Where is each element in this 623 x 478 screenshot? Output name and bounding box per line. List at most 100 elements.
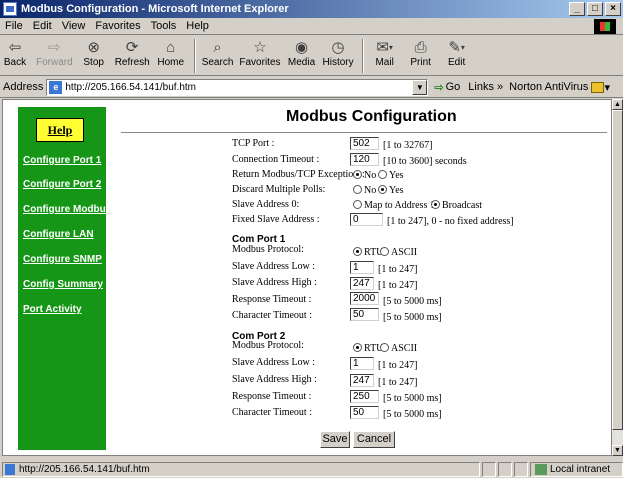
com2-resp-timeout-label: Response Timeout :: [232, 391, 312, 402]
fixed-slave-label: Fixed Slave Address :: [232, 214, 320, 225]
com2-resp-timeout-input[interactable]: 250: [350, 390, 379, 403]
page-icon: e: [49, 80, 63, 94]
discard-polls-yes-radio[interactable]: Yes: [378, 185, 404, 196]
edit-button[interactable]: ✎ ▾ Edit: [442, 36, 472, 68]
cancel-button[interactable]: Cancel: [353, 431, 395, 448]
minimize-button[interactable]: _: [569, 2, 585, 16]
discard-polls-label: Discard Multiple Polls:: [232, 184, 326, 195]
com1-resp-timeout-input[interactable]: 2000: [350, 292, 379, 305]
status-text: http://205.166.54.141/buf.htm: [2, 461, 480, 477]
menu-help[interactable]: Help: [186, 20, 209, 32]
help-button[interactable]: Help: [36, 118, 84, 142]
vertical-scrollbar[interactable]: ▲ ▼: [612, 99, 623, 456]
menu-edit[interactable]: Edit: [33, 20, 52, 32]
menu-file[interactable]: File: [5, 20, 23, 32]
com2-char-timeout-label: Character Timeout :: [232, 407, 312, 418]
radio-unchecked-icon: [378, 170, 387, 179]
home-icon: ⌂: [166, 38, 176, 56]
return-exceptions-yes-radio[interactable]: Yes: [378, 170, 404, 181]
scroll-down-icon[interactable]: ▼: [612, 445, 623, 456]
window-title: Modbus Configuration - Microsoft Interne…: [21, 3, 289, 15]
com1-char-timeout-hint: [5 to 5000 ms]: [383, 312, 442, 323]
com2-char-timeout-hint: [5 to 5000 ms]: [383, 409, 442, 420]
radio-unchecked-icon: [353, 200, 362, 209]
com1-ascii-radio[interactable]: ASCII: [380, 247, 417, 258]
com1-slave-low-input[interactable]: 1: [350, 261, 374, 274]
return-exceptions-label: Return Modbus/TCP Exceptions:: [232, 169, 365, 180]
links-button[interactable]: Links »: [468, 81, 503, 93]
maximize-button[interactable]: □: [587, 2, 603, 16]
sidebar-link-configure-lan[interactable]: Configure LAN: [23, 229, 94, 240]
close-button[interactable]: ×: [605, 2, 621, 16]
address-bar: Address e http://205.166.54.141/buf.htm …: [0, 77, 623, 98]
sidebar-link-port-activity[interactable]: Port Activity: [23, 304, 82, 315]
favorites-button[interactable]: ☆ Favorites: [239, 36, 280, 68]
com2-char-timeout-input[interactable]: 50: [350, 406, 379, 419]
norton-antivirus-button[interactable]: Norton AntiVirus ▾: [509, 81, 610, 94]
com1-char-timeout-input[interactable]: 50: [350, 308, 379, 321]
com2-rtu-radio[interactable]: RTU: [353, 343, 383, 354]
address-dropdown-button[interactable]: ▼: [412, 79, 428, 95]
com2-slave-low-label: Slave Address Low :: [232, 357, 316, 368]
com2-protocol-label: Modbus Protocol:: [232, 340, 304, 351]
page-title: Modbus Configuration: [286, 108, 457, 125]
sidebar-link-configure-snmp[interactable]: Configure SNMP: [23, 254, 102, 265]
return-exceptions-no-radio[interactable]: No: [353, 170, 376, 181]
forward-button[interactable]: ⇨ Forward: [36, 36, 73, 68]
slave-addr0-broadcast-radio[interactable]: Broadcast: [431, 200, 482, 211]
title-bar: Modbus Configuration - Microsoft Interne…: [0, 0, 623, 18]
windows-logo-icon: [594, 19, 616, 34]
tcp-port-hint: [1 to 32767]: [383, 140, 433, 151]
com1-slave-high-input[interactable]: 247: [350, 277, 374, 290]
slave-addr0-map-radio[interactable]: Map to Address 1: [353, 200, 435, 211]
radio-checked-icon: [431, 200, 440, 209]
history-button[interactable]: ◷ History: [323, 36, 354, 68]
stop-button[interactable]: ⊗ Stop: [79, 36, 109, 68]
com2-slave-low-input[interactable]: 1: [350, 357, 374, 370]
media-button[interactable]: ◉ Media: [287, 36, 317, 68]
menu-favorites[interactable]: Favorites: [95, 20, 140, 32]
status-panel: [514, 461, 528, 477]
com1-resp-timeout-hint: [5 to 5000 ms]: [383, 296, 442, 307]
sidebar-link-config-summary[interactable]: Config Summary: [23, 279, 103, 290]
com2-ascii-radio[interactable]: ASCII: [380, 343, 417, 354]
print-button[interactable]: ⎙ Print: [406, 36, 436, 69]
com2-slave-high-input[interactable]: 247: [350, 374, 374, 387]
menu-view[interactable]: View: [62, 20, 86, 32]
sidebar-link-configure-port-1[interactable]: Configure Port 1: [23, 155, 101, 166]
sidebar-link-configure-port-2[interactable]: Configure Port 2: [23, 179, 101, 190]
radio-unchecked-icon: [380, 247, 389, 256]
home-button[interactable]: ⌂ Home: [156, 36, 186, 69]
fixed-slave-input[interactable]: 0: [350, 213, 383, 226]
com1-slave-low-label: Slave Address Low :: [232, 261, 316, 272]
address-label: Address: [3, 81, 44, 93]
radio-checked-icon: [353, 170, 362, 179]
menu-tools[interactable]: Tools: [151, 20, 177, 32]
back-button[interactable]: ⇦ Back: [0, 36, 30, 68]
conn-timeout-input[interactable]: 120: [350, 153, 379, 166]
refresh-icon: ⟳: [125, 39, 139, 56]
radio-unchecked-icon: [380, 343, 389, 352]
forward-arrow-icon: ⇨: [48, 39, 61, 56]
save-button[interactable]: Save: [320, 431, 350, 448]
page-viewport: Help Configure Port 1 Configure Port 2 C…: [2, 99, 612, 456]
go-arrow-icon: ⇨: [434, 81, 444, 94]
status-panel: [482, 461, 496, 477]
address-input[interactable]: e http://205.166.54.141/buf.htm ▼: [46, 78, 429, 96]
refresh-button[interactable]: ⟳ Refresh: [115, 36, 150, 68]
mail-button[interactable]: ✉ ▾ Mail: [370, 36, 400, 68]
discard-polls-no-radio[interactable]: No: [353, 185, 376, 196]
sidebar: Help Configure Port 1 Configure Port 2 C…: [18, 107, 111, 450]
search-button[interactable]: ⌕ Search: [202, 36, 234, 69]
status-bar: http://205.166.54.141/buf.htm Local intr…: [0, 460, 623, 478]
sidebar-link-configure-modbus[interactable]: Configure Modbus: [23, 204, 111, 215]
scroll-thumb[interactable]: [612, 110, 623, 430]
tcp-port-input[interactable]: 502: [350, 137, 379, 150]
go-button[interactable]: ⇨ Go: [434, 81, 460, 94]
com1-rtu-radio[interactable]: RTU: [353, 247, 383, 258]
browser-window: Modbus Configuration - Microsoft Interne…: [0, 0, 623, 478]
favorites-icon: ☆: [253, 39, 267, 56]
radio-unchecked-icon: [353, 185, 362, 194]
scroll-up-icon[interactable]: ▲: [612, 99, 623, 110]
local-intranet-icon: [535, 463, 547, 475]
